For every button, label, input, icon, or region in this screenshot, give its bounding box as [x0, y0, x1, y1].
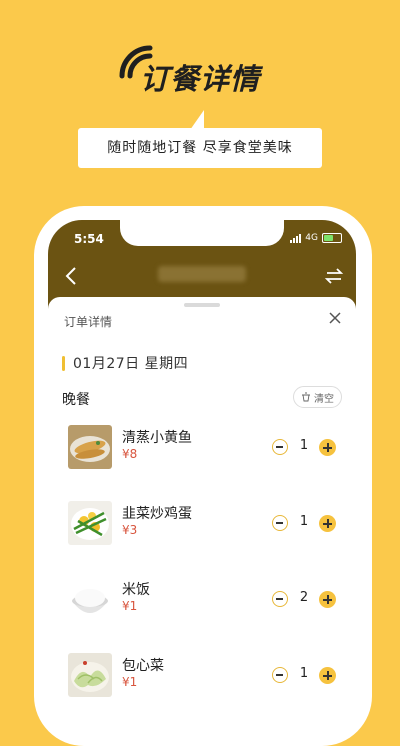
order-sheet: 订单详情 01月27日 星期四 晚餐 清空 清蒸小黄鱼 ¥8 1 韭菜炒鸡蛋 ¥… [48, 297, 356, 720]
drag-handle[interactable] [184, 303, 220, 307]
increase-button[interactable] [319, 667, 336, 684]
list-item: 包心菜 ¥1 1 [48, 653, 356, 715]
status-time: 5:54 [74, 232, 104, 246]
promo-title: 订餐详情 [140, 62, 261, 96]
dish-photo-cabbage [68, 653, 112, 697]
item-price: ¥3 [122, 523, 138, 537]
item-name: 包心菜 [122, 658, 164, 674]
item-quantity: 1 [299, 666, 309, 681]
item-name: 清蒸小黄鱼 [122, 430, 192, 446]
close-icon[interactable] [328, 311, 342, 325]
date-marker [62, 355, 65, 371]
clear-button[interactable]: 清空 [293, 386, 342, 408]
item-quantity: 1 [299, 514, 309, 529]
nav-title-blurred [158, 266, 246, 282]
trash-icon [302, 392, 310, 402]
list-item: 清蒸小黄鱼 ¥8 1 [48, 425, 356, 487]
increase-button[interactable] [319, 515, 336, 532]
sheet-title: 订单详情 [64, 315, 113, 329]
decrease-button[interactable] [272, 667, 288, 683]
order-date: 01月27日 星期四 [73, 356, 189, 372]
item-name: 韭菜炒鸡蛋 [122, 506, 192, 522]
list-item: 韭菜炒鸡蛋 ¥3 1 [48, 501, 356, 563]
increase-button[interactable] [319, 439, 336, 456]
promo-tagline: 随时随地订餐 尽享食堂美味 [78, 128, 322, 168]
cell-signal-icon [290, 233, 302, 243]
item-name: 米饭 [122, 582, 150, 598]
swap-icon[interactable] [324, 266, 344, 286]
decrease-button[interactable] [272, 439, 288, 455]
list-item: 米饭 ¥1 2 [48, 577, 356, 639]
item-quantity: 2 [299, 590, 309, 605]
network-type: 4G [305, 233, 318, 243]
decrease-button[interactable] [272, 515, 288, 531]
dish-photo-fish [68, 425, 112, 469]
dish-photo-egg-chive [68, 501, 112, 545]
clear-label: 清空 [314, 393, 334, 405]
item-quantity: 1 [299, 438, 309, 453]
date-row: 01月27日 星期四 [62, 353, 188, 373]
item-price: ¥1 [122, 675, 138, 689]
item-price: ¥1 [122, 599, 138, 613]
item-price: ¥8 [122, 447, 138, 461]
phone-screen: 5:54 4G 订单详情 01月27日 星期四 晚餐 清空 清蒸小黄鱼 ¥8 1… [48, 220, 356, 720]
battery-icon [322, 233, 342, 243]
dish-photo-rice [68, 577, 112, 621]
decrease-button[interactable] [272, 591, 288, 607]
meal-label: 晚餐 [62, 392, 90, 408]
back-arrow-icon[interactable] [60, 264, 84, 288]
increase-button[interactable] [319, 591, 336, 608]
bubble-tail [190, 110, 204, 130]
status-indicators: 4G [290, 233, 342, 243]
phone-notch [120, 220, 284, 246]
